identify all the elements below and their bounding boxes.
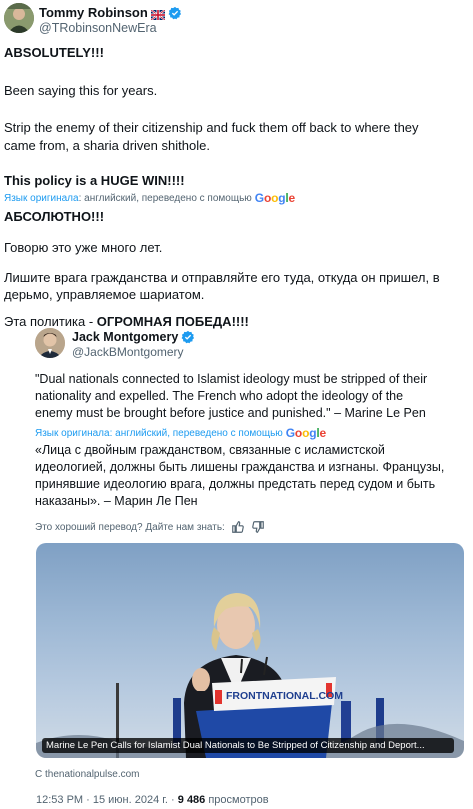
tweet-line-3a: Strip the enemy of their citizenship and… (4, 120, 419, 135)
quote-google-logo: Google (285, 426, 326, 440)
author-handle[interactable]: @TRobinsonNewEra (39, 21, 157, 35)
translation-line-1: АБСОЛЮТНО!!! (4, 209, 105, 224)
tweet-header: Tommy Robinson @TRobinsonNewEra (4, 3, 469, 37)
tweet-timestamp-row: 12:53 PM · 15 июн. 2024 г. · 9 486 просм… (36, 794, 269, 806)
uk-flag-icon (150, 8, 166, 21)
podium-text: FRONTNATIONAL.COM (226, 690, 343, 702)
translation-attribution: Язык оригинала : английский, переведено … (4, 191, 295, 205)
quote-author-handle[interactable]: @JackBMontgomery (72, 345, 184, 359)
tweet-line-4: This policy is a HUGE WIN!!!! (4, 173, 185, 188)
author-name[interactable]: Tommy Robinson (39, 5, 148, 20)
thumbs-down-icon[interactable] (251, 520, 265, 534)
translation-line-2: Говорю это уже много лет. (4, 240, 163, 255)
views-label: просмотров (205, 794, 269, 806)
tweet-line-1: ABSOLUTELY!!! (4, 45, 104, 60)
article-preview-image[interactable]: FRONTNATIONAL.COM Marine Le Pen Calls fo… (36, 543, 464, 758)
translation-attribution-text: : английский, переведено с помощью (78, 192, 252, 204)
quote-author-name-row[interactable]: Jack Montgomery (72, 330, 195, 344)
quote-translation-label[interactable]: Язык оригинала: английский, переведено с… (35, 428, 283, 439)
translation-feedback: Это хороший перевод? Дайте нам знать: (35, 520, 265, 534)
quote-author-name[interactable]: Jack Montgomery (72, 330, 178, 344)
thumbs-up-icon[interactable] (231, 520, 245, 534)
quote-translation-attribution[interactable]: Язык оригинала: английский, переведено с… (35, 426, 326, 440)
quote-translation-line-2: идеологией, должны быть лишены гражданст… (35, 460, 445, 474)
article-title-caption[interactable]: Marine Le Pen Calls for Islamist Dual Na… (42, 738, 454, 753)
original-language-link[interactable]: Язык оригинала (4, 193, 79, 204)
quote-translation-line-1: «Лица с двойным гражданством, связанные … (35, 443, 385, 457)
translation-line-3b: дерьмо, управляемое шариатом. (4, 287, 205, 302)
translation-line-3a: Лишите врага гражданства и отправляйте е… (4, 270, 440, 285)
tweet-line-3b: came from, a sharia driven shithole. (4, 138, 210, 153)
translation-feedback-text: Это хороший перевод? Дайте нам знать: (35, 521, 225, 533)
tweet-line-2: Been saying this for years. (4, 83, 158, 98)
author-avatar[interactable] (4, 3, 34, 33)
quote-text-line-1: "Dual nationals connected to Islamist id… (35, 372, 428, 386)
view-count: 9 486 (177, 794, 206, 806)
author-name-row[interactable]: Tommy Robinson (39, 5, 182, 21)
quote-translation-line-4: наказаны». – Марин Ле Пен (35, 494, 198, 508)
quote-translation-line-3: принявшие идеологию врага, должны предст… (35, 477, 436, 491)
quote-text-line-3: enemy must be brought before justice and… (35, 406, 426, 420)
verified-badge-icon (168, 6, 182, 20)
quote-text-line-2: nationality and expelled. The French who… (35, 389, 404, 403)
quoted-tweet[interactable]: Jack Montgomery @JackBMontgomery "Dual n… (27, 322, 473, 792)
quote-verified-badge-icon (181, 330, 195, 344)
google-logo: Google (254, 191, 295, 205)
article-source[interactable]: С thenationalpulse.com (35, 769, 140, 780)
quote-author-avatar[interactable] (35, 328, 65, 358)
tweet-timestamp[interactable]: 12:53 PM · 15 июн. 2024 г. · (36, 794, 178, 806)
